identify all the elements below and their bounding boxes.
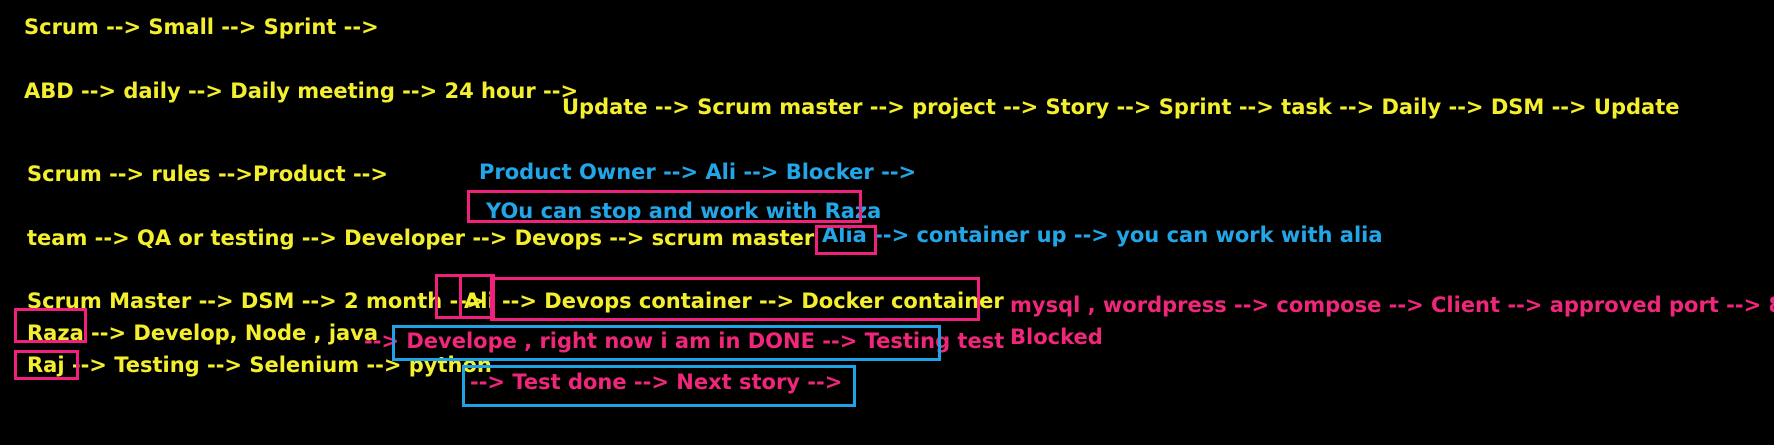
highlight-box-alia [815, 225, 877, 255]
note-line-mysql-compose: mysql , wordpress --> compose --> Client… [1010, 293, 1774, 317]
note-line-product-owner: Product Owner --> Ali --> Blocker --> [479, 160, 917, 184]
highlight-box-stop-work [467, 190, 862, 223]
note-line-scrum-master-dsm: Scrum Master --> DSM --> 2 month --> [27, 289, 485, 313]
note-line-blocked: Blocked [1010, 325, 1103, 349]
highlight-box-test-done [462, 365, 856, 407]
note-line-update-flow: Update --> Scrum master --> project --> … [562, 95, 1680, 119]
highlight-box-develope-done [392, 325, 941, 361]
highlight-box-raj [14, 350, 79, 380]
highlight-box-ali [459, 274, 493, 319]
note-line-alia-container: Alia --> container up --> you can work w… [822, 223, 1383, 247]
note-line-team-roles: team --> QA or testing --> Developer -->… [27, 226, 815, 250]
highlight-box-devops-docker [490, 277, 980, 321]
highlight-box-raza [14, 308, 87, 343]
note-line-scrum-small-sprint: Scrum --> Small --> Sprint --> [24, 15, 379, 39]
note-line-scrum-rules: Scrum --> rules -->Product --> [27, 162, 388, 186]
note-line-abd-daily: ABD --> daily --> Daily meeting --> 24 h… [24, 79, 579, 103]
